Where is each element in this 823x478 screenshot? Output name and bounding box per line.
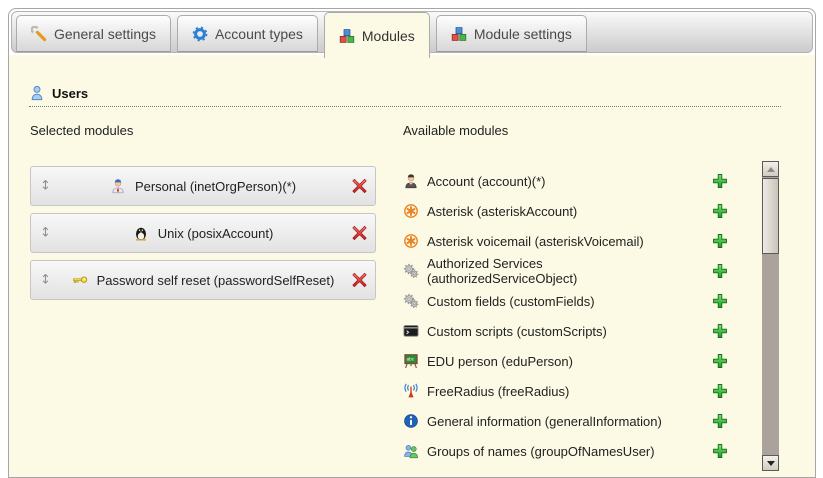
info-icon — [403, 413, 419, 429]
add-icon[interactable] — [712, 233, 728, 249]
key-icon — [72, 272, 88, 288]
available-modules-label: Available modules — [403, 123, 508, 138]
available-module-row-general-information: General information (generalInformation) — [403, 406, 728, 436]
selected-module-row-personal[interactable]: ↕ Personal (inetOrgPerson)(*) — [30, 166, 376, 206]
module-label: General information (generalInformation) — [427, 414, 662, 429]
delete-icon[interactable] — [351, 178, 368, 195]
module-label: EDU person (eduPerson) — [427, 354, 573, 369]
module-label: Unix (posixAccount) — [158, 226, 274, 241]
available-module-row-authorized-services: Authorized Services (authorizedServiceOb… — [403, 256, 728, 286]
tab-label: Module settings — [474, 26, 572, 42]
drag-handle-icon[interactable]: ↕ — [40, 227, 51, 240]
account-types-icon — [192, 26, 208, 42]
available-module-row-custom-fields: Custom fields (customFields) — [403, 286, 728, 316]
module-label: Account (account)(*) — [427, 174, 546, 189]
available-modules-scrollbar[interactable] — [762, 161, 779, 471]
available-module-row-asterisk: Asterisk (asteriskAccount) — [403, 196, 728, 226]
selected-module-row-unix[interactable]: ↕ Unix (posixAccount) — [30, 213, 376, 253]
available-module-row-custom-scripts: Custom scripts (customScripts) — [403, 316, 728, 346]
module-label: Password self reset (passwordSelfReset) — [97, 273, 335, 288]
available-module-row-asterisk-voicemail: Asterisk voicemail (asteriskVoicemail) — [403, 226, 728, 256]
scrollbar-thumb[interactable] — [762, 178, 779, 254]
available-modules-list: Account (account)(*) Asterisk (asteriskA… — [403, 166, 728, 466]
modules-cubes-icon — [339, 28, 355, 44]
add-icon[interactable] — [712, 413, 728, 429]
add-icon[interactable] — [712, 353, 728, 369]
modules-cubes-icon — [451, 26, 467, 42]
personal-icon — [110, 178, 126, 194]
terminal-icon — [403, 323, 419, 339]
selected-modules-list: ↕ Personal (inetOrgPerson)(*) ↕ Unix (po… — [30, 166, 376, 307]
module-label: Personal (inetOrgPerson)(*) — [135, 179, 296, 194]
group-icon — [403, 443, 419, 459]
scroll-down-button[interactable] — [762, 455, 779, 471]
tab-label: Account types — [215, 26, 303, 42]
module-label: Asterisk (asteriskAccount) — [427, 204, 577, 219]
available-module-row-freeradius: FreeRadius (freeRadius) — [403, 376, 728, 406]
module-label: FreeRadius (freeRadius) — [427, 384, 569, 399]
user-icon — [29, 85, 45, 101]
module-label: Authorized Services (authorizedServiceOb… — [427, 256, 688, 286]
module-label: Asterisk voicemail (asteriskVoicemail) — [427, 234, 644, 249]
triangle-up-icon — [767, 167, 775, 172]
drag-handle-icon[interactable]: ↕ — [40, 274, 51, 287]
module-label: Custom scripts (customScripts) — [427, 324, 607, 339]
chalkboard-icon — [403, 353, 419, 369]
tab-bar: General settings Account types Modules M… — [11, 11, 813, 53]
tab-module-settings[interactable]: Module settings — [436, 15, 587, 52]
gears-icon — [403, 293, 419, 309]
add-icon[interactable] — [712, 263, 728, 279]
add-icon[interactable] — [712, 323, 728, 339]
asterisk-icon — [403, 203, 419, 219]
delete-icon[interactable] — [351, 225, 368, 242]
account-icon — [403, 173, 419, 189]
users-section-heading: Users — [29, 85, 781, 107]
available-module-row-account: Account (account)(*) — [403, 166, 728, 196]
scroll-up-button[interactable] — [762, 161, 779, 177]
tux-icon — [133, 225, 149, 241]
available-module-row-groups-of-names: Groups of names (groupOfNamesUser) — [403, 436, 728, 466]
selected-modules-label: Selected modules — [30, 123, 133, 138]
add-icon[interactable] — [712, 383, 728, 399]
add-icon[interactable] — [712, 173, 728, 189]
tab-general-settings[interactable]: General settings — [16, 15, 171, 52]
add-icon[interactable] — [712, 293, 728, 309]
modules-tab-panel: Users Selected modules Available modules… — [9, 55, 815, 477]
section-title: Users — [52, 86, 88, 101]
wrench-icon — [31, 26, 47, 42]
tab-account-types[interactable]: Account types — [177, 15, 318, 52]
gears-icon — [403, 263, 419, 279]
asterisk-icon — [403, 233, 419, 249]
antenna-icon — [403, 383, 419, 399]
tab-modules[interactable]: Modules — [324, 12, 430, 58]
triangle-down-icon — [767, 461, 775, 466]
tab-label: Modules — [362, 28, 415, 44]
lam-configuration-window: General settings Account types Modules M… — [8, 8, 816, 478]
tab-label: General settings — [54, 26, 156, 42]
drag-handle-icon[interactable]: ↕ — [40, 180, 51, 193]
module-label: Groups of names (groupOfNamesUser) — [427, 444, 655, 459]
add-icon[interactable] — [712, 203, 728, 219]
available-module-row-edu-person: EDU person (eduPerson) — [403, 346, 728, 376]
module-label: Custom fields (customFields) — [427, 294, 595, 309]
tab-strip: General settings Account types Modules M… — [9, 9, 815, 55]
delete-icon[interactable] — [351, 272, 368, 289]
selected-module-row-password-self-reset[interactable]: ↕ Password self reset (passwordSelfReset… — [30, 260, 376, 300]
add-icon[interactable] — [712, 443, 728, 459]
